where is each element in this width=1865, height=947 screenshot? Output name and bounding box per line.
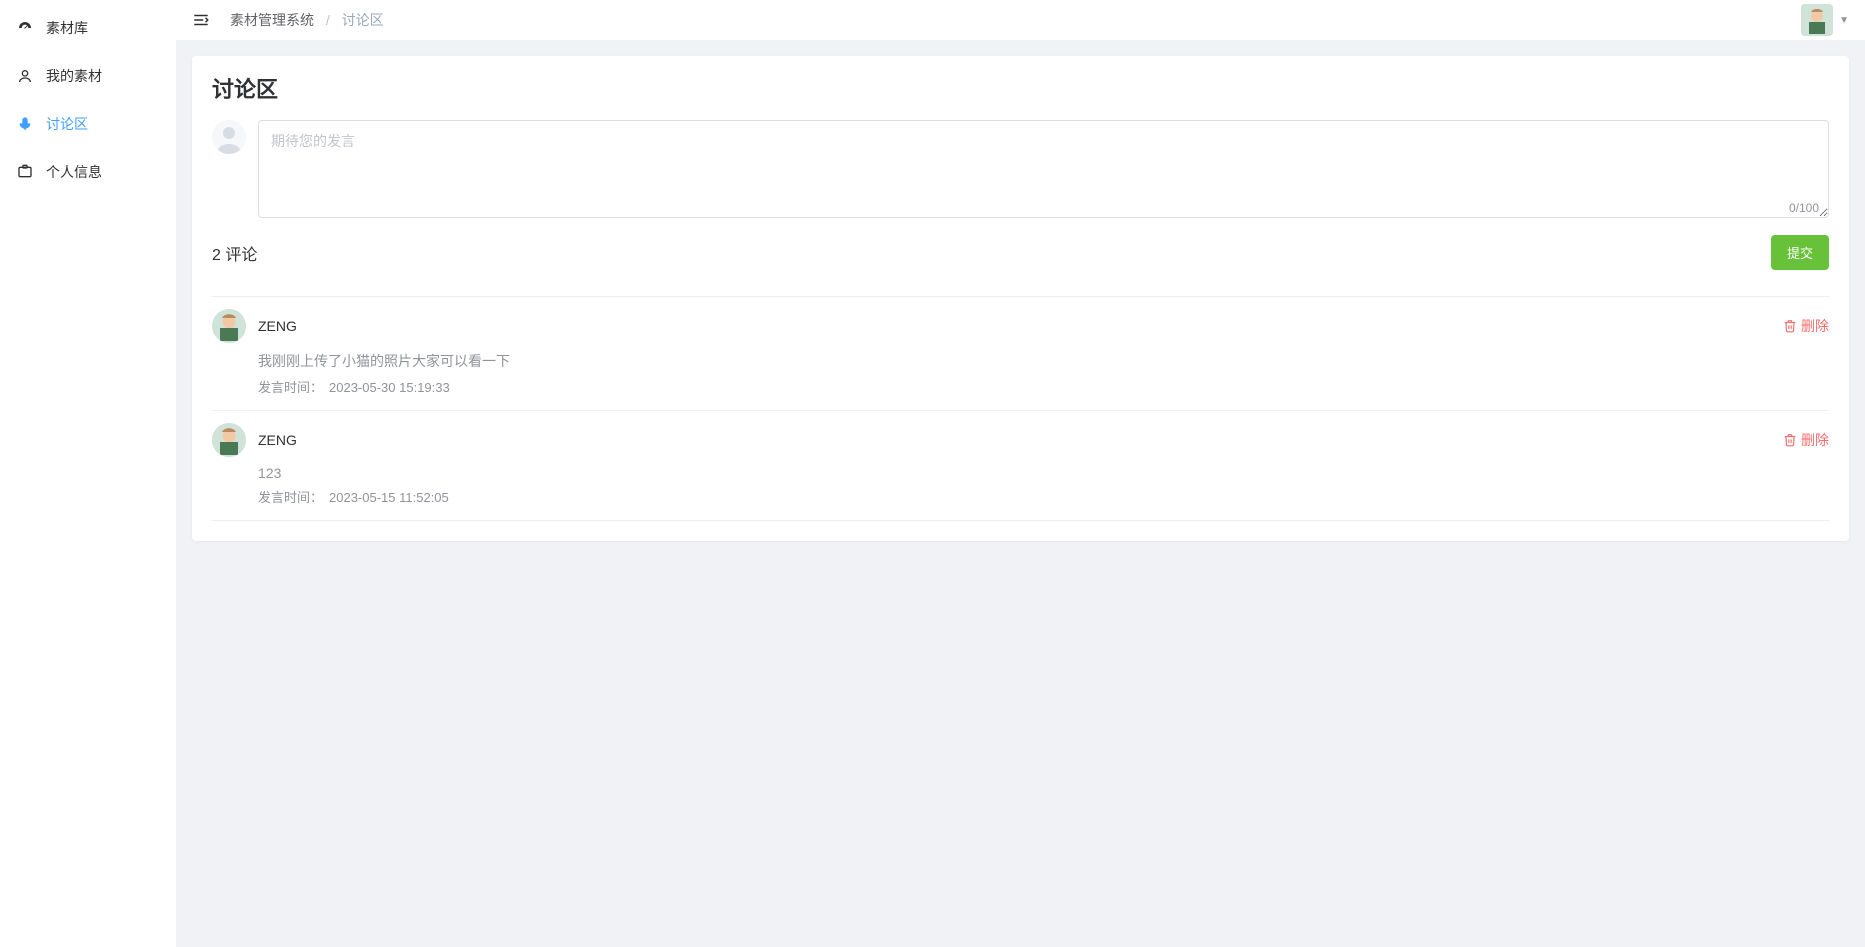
comment-author: ZENG bbox=[258, 318, 297, 334]
compose-row: 0/100 bbox=[212, 120, 1829, 221]
sidebar-item-label: 个人信息 bbox=[46, 162, 102, 182]
delete-label: 删除 bbox=[1801, 316, 1829, 336]
sidebar-item-profile[interactable]: 个人信息 bbox=[0, 148, 176, 196]
collapse-sidebar-button[interactable] bbox=[192, 11, 210, 29]
comment-time: 发言时间：2023-05-15 11:52:05 bbox=[258, 487, 1829, 506]
submit-button[interactable]: 提交 bbox=[1771, 235, 1829, 270]
sidebar-item-label: 讨论区 bbox=[46, 114, 88, 134]
comment-count: 2 评论 bbox=[212, 241, 257, 265]
sidebar: 素材库 我的素材 讨论区 个人信息 bbox=[0, 0, 176, 947]
comment-avatar bbox=[212, 423, 246, 457]
dashboard-icon bbox=[16, 20, 34, 36]
page-title: 讨论区 bbox=[212, 72, 1829, 104]
comment-item: ZENG 删除 我刚刚上传了小猫的照片大家可以看一下 发言时间：2023-05-… bbox=[212, 297, 1829, 411]
trash-icon bbox=[1783, 319, 1797, 333]
sidebar-item-library[interactable]: 素材库 bbox=[0, 4, 176, 52]
id-card-icon bbox=[16, 164, 34, 180]
discussion-card: 讨论区 0/100 2 评论 提交 bbox=[192, 56, 1849, 541]
delete-comment-button[interactable]: 删除 bbox=[1783, 316, 1829, 336]
compose-avatar bbox=[212, 120, 246, 154]
mic-icon bbox=[16, 116, 34, 132]
breadcrumb-current: 讨论区 bbox=[342, 12, 384, 28]
sidebar-item-label: 我的素材 bbox=[46, 66, 102, 86]
sidebar-item-label: 素材库 bbox=[46, 18, 88, 38]
user-menu[interactable]: ▼ bbox=[1801, 4, 1849, 36]
comment-author: ZENG bbox=[258, 432, 297, 448]
breadcrumb: 素材管理系统 / 讨论区 bbox=[230, 10, 384, 30]
user-icon bbox=[16, 68, 34, 84]
delete-label: 删除 bbox=[1801, 430, 1829, 450]
delete-comment-button[interactable]: 删除 bbox=[1783, 430, 1829, 450]
comment-input[interactable] bbox=[258, 120, 1829, 218]
comment-time: 发言时间：2023-05-30 15:19:33 bbox=[258, 377, 1829, 396]
breadcrumb-root[interactable]: 素材管理系统 bbox=[230, 12, 314, 28]
caret-down-icon: ▼ bbox=[1839, 15, 1849, 26]
trash-icon bbox=[1783, 433, 1797, 447]
comment-item: ZENG 删除 123 发言时间：2023-05-15 11:52:05 bbox=[212, 411, 1829, 521]
comment-text: 123 bbox=[258, 465, 1829, 481]
breadcrumb-separator: / bbox=[326, 12, 330, 28]
comment-text: 我刚刚上传了小猫的照片大家可以看一下 bbox=[258, 351, 1829, 371]
sidebar-item-discussion[interactable]: 讨论区 bbox=[0, 100, 176, 148]
comment-avatar bbox=[212, 309, 246, 343]
avatar bbox=[1801, 4, 1833, 36]
topbar: 素材管理系统 / 讨论区 ▼ bbox=[176, 0, 1865, 40]
sidebar-item-my-materials[interactable]: 我的素材 bbox=[0, 52, 176, 100]
